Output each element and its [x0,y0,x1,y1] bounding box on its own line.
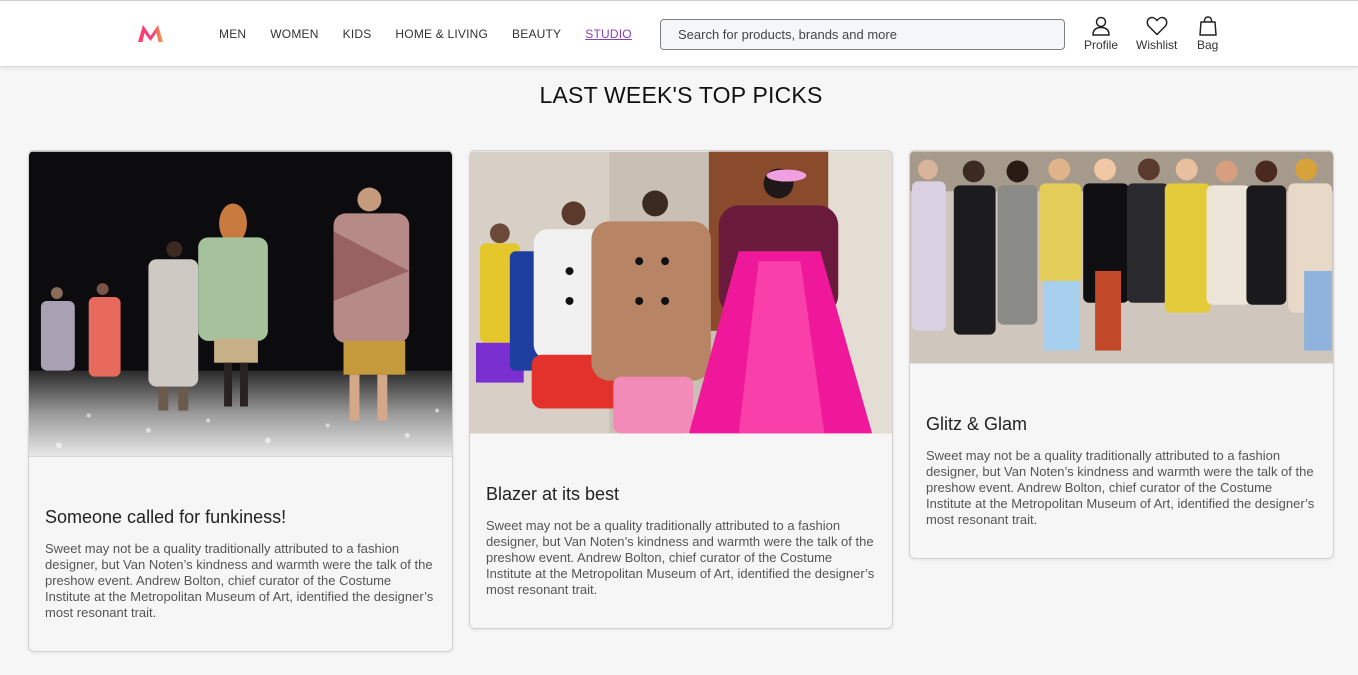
heart-icon [1146,16,1168,36]
profile-label: Profile [1084,38,1119,52]
bag-button[interactable]: Bag [1197,16,1218,52]
bag-label: Bag [1197,38,1219,52]
card-body: Sweet may not be a quality traditionally… [486,518,875,597]
card-title: Glitz & Glam [926,414,1028,434]
nav-beauty[interactable]: BEAUTY [512,26,561,42]
card-title: Blazer at its best [486,484,620,504]
runway-models-walking-photo [29,151,452,457]
wishlist-button[interactable]: Wishlist [1136,16,1177,52]
nav-men[interactable]: MEN [219,26,246,42]
wishlist-label: Wishlist [1136,38,1178,52]
backstage-models-coats-photo [470,151,892,434]
card-title: Someone called for funkiness! [45,507,287,527]
myntra-logo[interactable] [137,23,164,43]
nav-home-living[interactable]: HOME & LIVING [395,26,488,42]
models-lineup-photo [910,151,1333,364]
card-body: Sweet may not be a quality traditionally… [45,541,434,620]
person-icon [1092,16,1110,36]
profile-button[interactable]: Profile [1084,16,1118,52]
article-card-3[interactable]: Glitz & Glam Sweet may not be a quality … [909,150,1334,559]
site-header: MEN WOMEN KIDS HOME & LIVING BEAUTY STUD… [0,1,1358,67]
nav-women[interactable]: WOMEN [270,26,318,42]
article-card-2[interactable]: Blazer at its best Sweet may not be a qu… [469,150,893,629]
main-nav: MEN WOMEN KIDS HOME & LIVING BEAUTY STUD… [219,26,656,42]
nav-studio[interactable]: STUDIO [585,26,632,42]
search-input[interactable] [660,19,1065,50]
card-body: Sweet may not be a quality traditionally… [926,448,1315,527]
nav-kids[interactable]: KIDS [343,26,372,42]
page-title: LAST WEEK'S TOP PICKS [539,82,823,108]
bag-icon [1198,16,1217,36]
article-card-1[interactable]: Someone called for funkiness! Sweet may … [28,150,453,652]
